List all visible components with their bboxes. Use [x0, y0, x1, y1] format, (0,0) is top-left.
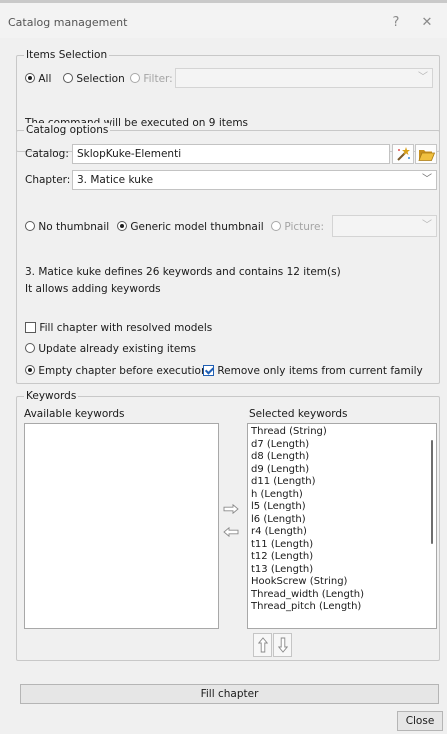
- selected-list-scrollbar[interactable]: [431, 440, 433, 544]
- list-item[interactable]: t12 (Length): [248, 551, 436, 564]
- list-item[interactable]: l5 (Length): [248, 501, 436, 514]
- arrow-left-icon: [223, 526, 239, 537]
- chapter-info-line2: It allows adding keywords: [25, 283, 161, 295]
- radio-all[interactable]: All: [25, 72, 51, 86]
- folder-open-icon: [417, 149, 435, 161]
- radio-empty-before-label: Empty chapter before execution: [38, 365, 208, 377]
- radio-generic-thumbnail-indicator[interactable]: [117, 221, 127, 231]
- list-item[interactable]: Thread_width (Length): [248, 589, 436, 602]
- list-item[interactable]: d8 (Length): [248, 451, 436, 464]
- list-item[interactable]: l6 (Length): [248, 514, 436, 527]
- arrow-up-icon: [257, 637, 268, 653]
- list-item[interactable]: d9 (Length): [248, 464, 436, 477]
- arrow-right-icon: [223, 503, 239, 514]
- radio-filter-label: Filter:: [143, 73, 173, 85]
- catalog-options-legend: Catalog options: [24, 123, 111, 137]
- catalog-wizard-button[interactable]: [392, 144, 414, 164]
- radio-empty-before[interactable]: Empty chapter before execution: [25, 364, 208, 378]
- chevron-down-icon: ﹀: [422, 174, 432, 185]
- chapter-value: 3. Matice kuke: [77, 174, 154, 186]
- help-button[interactable]: ?: [383, 11, 409, 35]
- radio-update-existing[interactable]: Update already existing items: [25, 342, 196, 356]
- list-item[interactable]: h (Length): [248, 489, 436, 502]
- remove-only-check-indicator[interactable]: [203, 365, 214, 376]
- fill-resolved-label: Fill chapter with resolved models: [39, 322, 213, 334]
- arrow-down-icon: [277, 637, 288, 653]
- chapter-label: Chapter:: [25, 174, 71, 186]
- list-item[interactable]: t11 (Length): [248, 539, 436, 552]
- catalog-options-group: Catalog options Catalog: SklopKuke-Eleme…: [16, 123, 440, 384]
- remove-only-current-family-checkbox[interactable]: Remove only items from current family: [203, 364, 423, 378]
- radio-empty-before-indicator[interactable]: [25, 365, 35, 375]
- radio-update-existing-indicator[interactable]: [25, 343, 35, 353]
- list-item[interactable]: r4 (Length): [248, 526, 436, 539]
- radio-selection-indicator[interactable]: [63, 73, 73, 83]
- radio-filter[interactable]: Filter:: [130, 72, 173, 86]
- list-item[interactable]: t13 (Length): [248, 564, 436, 577]
- list-item[interactable]: d7 (Length): [248, 439, 436, 452]
- radio-update-existing-label: Update already existing items: [38, 343, 197, 355]
- radio-all-indicator[interactable]: [25, 73, 35, 83]
- fill-chapter-button[interactable]: Fill chapter: [20, 684, 439, 704]
- radio-picture-label: Picture:: [284, 221, 324, 233]
- chevron-down-icon: ﹀: [418, 72, 428, 83]
- radio-picture[interactable]: Picture:: [271, 220, 324, 234]
- radio-filter-indicator[interactable]: [130, 73, 140, 83]
- chapter-dropdown[interactable]: 3. Matice kuke ﹀: [72, 170, 437, 190]
- selected-keywords-list[interactable]: Thread (String) d7 (Length) d8 (Length) …: [247, 423, 437, 629]
- radio-picture-indicator[interactable]: [271, 221, 281, 231]
- add-keyword-button[interactable]: [222, 501, 240, 516]
- filter-dropdown[interactable]: ﹀: [175, 68, 433, 88]
- radio-all-label: All: [38, 73, 52, 85]
- keywords-legend: Keywords: [24, 389, 79, 403]
- items-selection-legend: Items Selection: [24, 48, 110, 62]
- radio-no-thumbnail[interactable]: No thumbnail: [25, 220, 109, 234]
- keywords-group: Keywords Available keywords Selected key…: [16, 389, 440, 661]
- picture-dropdown[interactable]: ﹀: [332, 215, 437, 237]
- radio-no-thumbnail-indicator[interactable]: [25, 221, 35, 231]
- radio-no-thumbnail-label: No thumbnail: [38, 221, 110, 233]
- radio-generic-thumbnail-label: Generic model thumbnail: [130, 221, 264, 233]
- available-keywords-label: Available keywords: [24, 408, 125, 420]
- list-item[interactable]: d11 (Length): [248, 476, 436, 489]
- fill-resolved-checkbox[interactable]: Fill chapter with resolved models: [25, 321, 212, 335]
- list-item[interactable]: HookScrew (String): [248, 576, 436, 589]
- catalog-label: Catalog:: [25, 148, 69, 160]
- selected-keywords-label: Selected keywords: [249, 408, 348, 420]
- radio-selection-label: Selection: [76, 73, 125, 85]
- remove-only-label: Remove only items from current family: [217, 365, 423, 377]
- window-close-button[interactable]: ✕: [414, 11, 440, 35]
- catalog-browse-button[interactable]: [415, 144, 437, 164]
- move-up-button[interactable]: [253, 633, 272, 657]
- title-bar: Catalog management ? ✕: [0, 3, 447, 38]
- available-keywords-list[interactable]: [24, 423, 219, 629]
- magic-wand-icon: [397, 147, 410, 161]
- list-item[interactable]: Thread (String): [248, 426, 436, 439]
- close-button[interactable]: Close: [397, 711, 443, 731]
- catalog-field[interactable]: SklopKuke-Elementi: [72, 144, 390, 164]
- catalog-value: SklopKuke-Elementi: [77, 148, 182, 160]
- fill-resolved-check-indicator[interactable]: [25, 322, 36, 333]
- remove-keyword-button[interactable]: [222, 524, 240, 539]
- move-down-button[interactable]: [273, 633, 292, 657]
- radio-generic-thumbnail[interactable]: Generic model thumbnail: [117, 220, 264, 234]
- chevron-down-icon: ﹀: [422, 220, 432, 231]
- list-item[interactable]: Thread_pitch (Length): [248, 601, 436, 614]
- radio-selection[interactable]: Selection: [63, 72, 125, 86]
- chapter-info-line1: 3. Matice kuke defines 26 keywords and c…: [25, 266, 341, 278]
- window-title: Catalog management: [8, 16, 128, 29]
